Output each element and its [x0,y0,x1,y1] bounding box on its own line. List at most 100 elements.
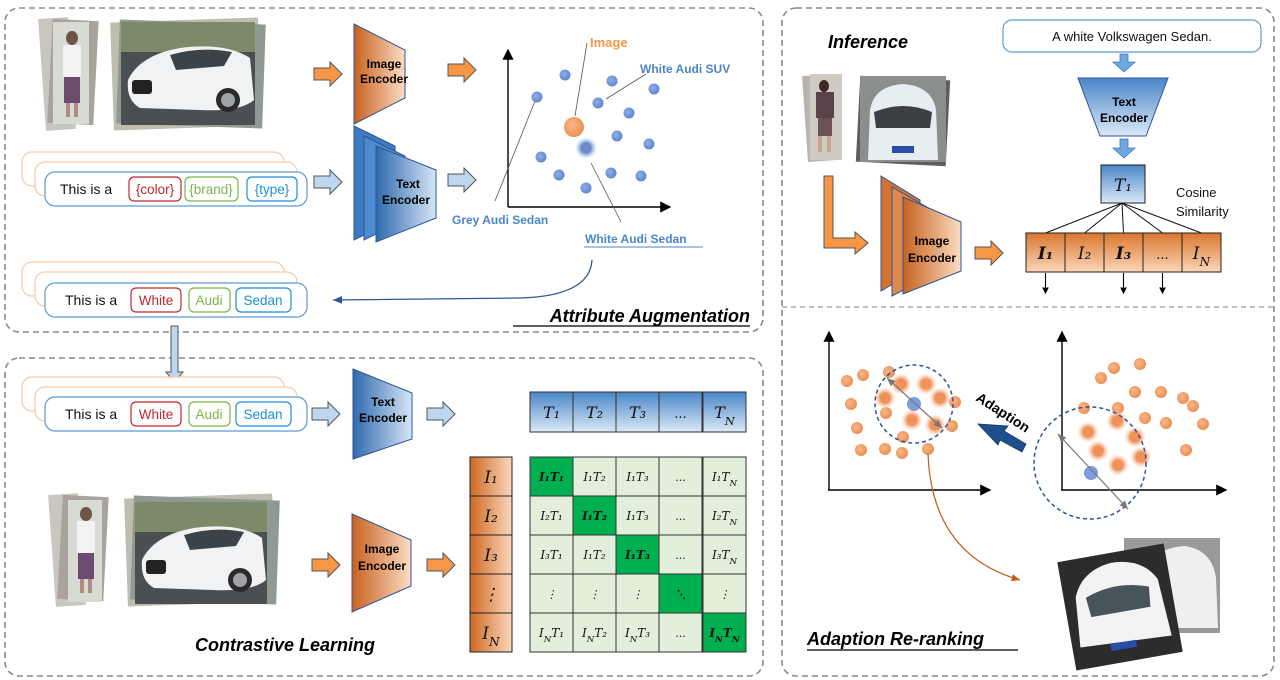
gallery-point [879,443,891,455]
token-sedan: Sedan [243,293,282,308]
arrow-to-text-encoder [313,168,343,196]
arrow-query-to-encoder [1111,53,1137,73]
cl-person-image-stack [48,493,109,607]
token-white: White [139,293,174,308]
neighbor-point [901,409,923,431]
inf-image-encoder: Image Encoder [880,175,962,297]
person-image-stack [38,17,99,131]
original-query-point [1084,466,1098,480]
token-audi: Audi [195,293,222,308]
gallery-point [1187,400,1199,412]
similarity-matrix: I₁T₁ I₁T₂ I₁T₃... I₁TNI₂T₁ I₁T₂ I₁T₃... I₂TNI₃… [529,456,747,653]
cl-text-feature-row: T₁ T₂ T₃... TN [529,391,747,433]
neighbor-point [1130,446,1152,468]
cl-token-sedan: Sedan [243,407,282,422]
gallery-point [1108,362,1120,374]
contrastive-learning-title: Contrastive Learning [195,635,375,655]
arrow-aug-to-contrastive [164,325,185,383]
token-brand: {brand} [189,182,233,197]
cl-arrow-to-image-encoder [311,551,341,579]
plot-label-grey-audi-sedan: Grey Audi Sedan [452,213,548,227]
matrix-cell-label: I₂T₁ [539,509,562,523]
cl-token-white: White [139,407,174,422]
gallery-point [1177,392,1189,404]
text-embedding-point [643,138,655,150]
adaption-reranking-title: Adaption Re-ranking [806,629,984,649]
gallery-point [1180,444,1192,456]
text-embedding-point [559,69,571,81]
inference-title: Inference [828,32,908,52]
attribute-augmentation-title: Attribute Augmentation [549,306,750,326]
template-prompt-prefix: This is a [60,181,112,197]
gallery-point [1139,412,1151,424]
contrastive-prompt-prefix: This is a [65,406,117,422]
cl-image-feature-column: I₁I₂I₃⋮IN [469,456,513,653]
gallery-point [857,369,869,381]
text-embedding-point [648,83,660,95]
augmented-prompt-prefix: This is a [65,292,117,308]
matrix-cell-label: I₁T₂ [581,509,607,523]
gallery-point [845,398,857,410]
text-embedding-point [592,97,604,109]
gallery-point [1129,386,1141,398]
text-embedding-point [635,170,647,182]
arrow-encoder-to-t1 [1111,138,1137,159]
text-feature-label: ... [674,407,686,422]
gallery-feature-row: I₁ I₂ I₃... IN [1025,232,1222,273]
template-prompt-stack: This is a {color} {brand} {type} [21,151,308,207]
gallery-point [1155,386,1167,398]
gallery-point [883,366,895,378]
gallery-point [855,444,867,456]
matrix-cell-label: ⋱ [675,588,686,601]
image-feature-label: ⋮ [483,585,500,605]
neighbor-point [1077,421,1099,443]
arrow-to-image-encoder [313,60,343,88]
cl-text-encoder-label-1: Text [371,395,395,409]
reranked-query-point [907,397,921,411]
gallery-point [851,422,863,434]
text-feature-label: T₂ [586,403,603,422]
image-feature-label: I₁ [483,468,498,488]
car-image-stack [110,17,266,131]
matrix-cell-label: I₁T₂ [582,548,606,562]
arrow-image-to-plot [447,56,477,84]
embedding-plot: Image White Audi SUV Grey Audi Sedan Whi… [452,35,730,248]
gallery-feature-label: I₂ [1077,244,1092,264]
contrastive-prompt-stack: This is a White Audi Sedan [21,376,308,432]
gallery-point [922,443,934,455]
text-feature-label: T₁ [543,403,560,422]
image-encoder-label-2: Encoder [360,72,408,86]
inf-person-image-stack [802,74,842,162]
matrix-cell-label: I₁T₃ [625,470,649,484]
matrix-cell-label: ⋮ [632,588,643,601]
inf-text-encoder-label-1: Text [1112,95,1136,109]
matrix-cell-label: I₁T₂ [582,470,606,484]
matrix-cell-label: I₁T₁ [538,470,564,484]
rerank-result-arrow [927,453,1021,582]
cl-arrow-to-image-features [426,551,456,579]
text-feature-label: T₃ [629,403,646,422]
matrix-cell-label: ... [675,627,686,640]
gallery-point [1160,417,1172,429]
cl-text-encoder-label-2: Encoder [359,411,407,425]
inf-text-encoder-label-2: Encoder [1100,111,1148,125]
text-embedding-point [605,167,617,179]
image-feature-label: I₃ [483,546,498,566]
inf-car-image-stack [855,75,951,167]
framework-diagram: Image Encoder This is a {color} {brand} … [4,7,1275,677]
matrix-cell-label: ⋮ [589,588,600,601]
plot-label-white-audi-sedan: White Audi Sedan [585,232,687,246]
gallery-point [1095,372,1107,384]
cl-image-encoder-label-1: Image [365,542,400,556]
gallery-point [1197,418,1209,430]
matrix-cell-label: I₁T₃ [624,548,650,562]
cl-token-audi: Audi [195,407,222,422]
plot-label-white-audi-suv: White Audi SUV [640,62,730,76]
text-embedding-point [553,169,565,181]
gallery-feature-label: I₃ [1115,244,1131,264]
gallery-point [841,375,853,387]
cosine-similarity-label-2: Similarity [1176,204,1229,219]
plot-label-image: Image [590,35,628,50]
matrix-cell-label: ... [675,510,686,523]
gallery-point [946,420,958,432]
